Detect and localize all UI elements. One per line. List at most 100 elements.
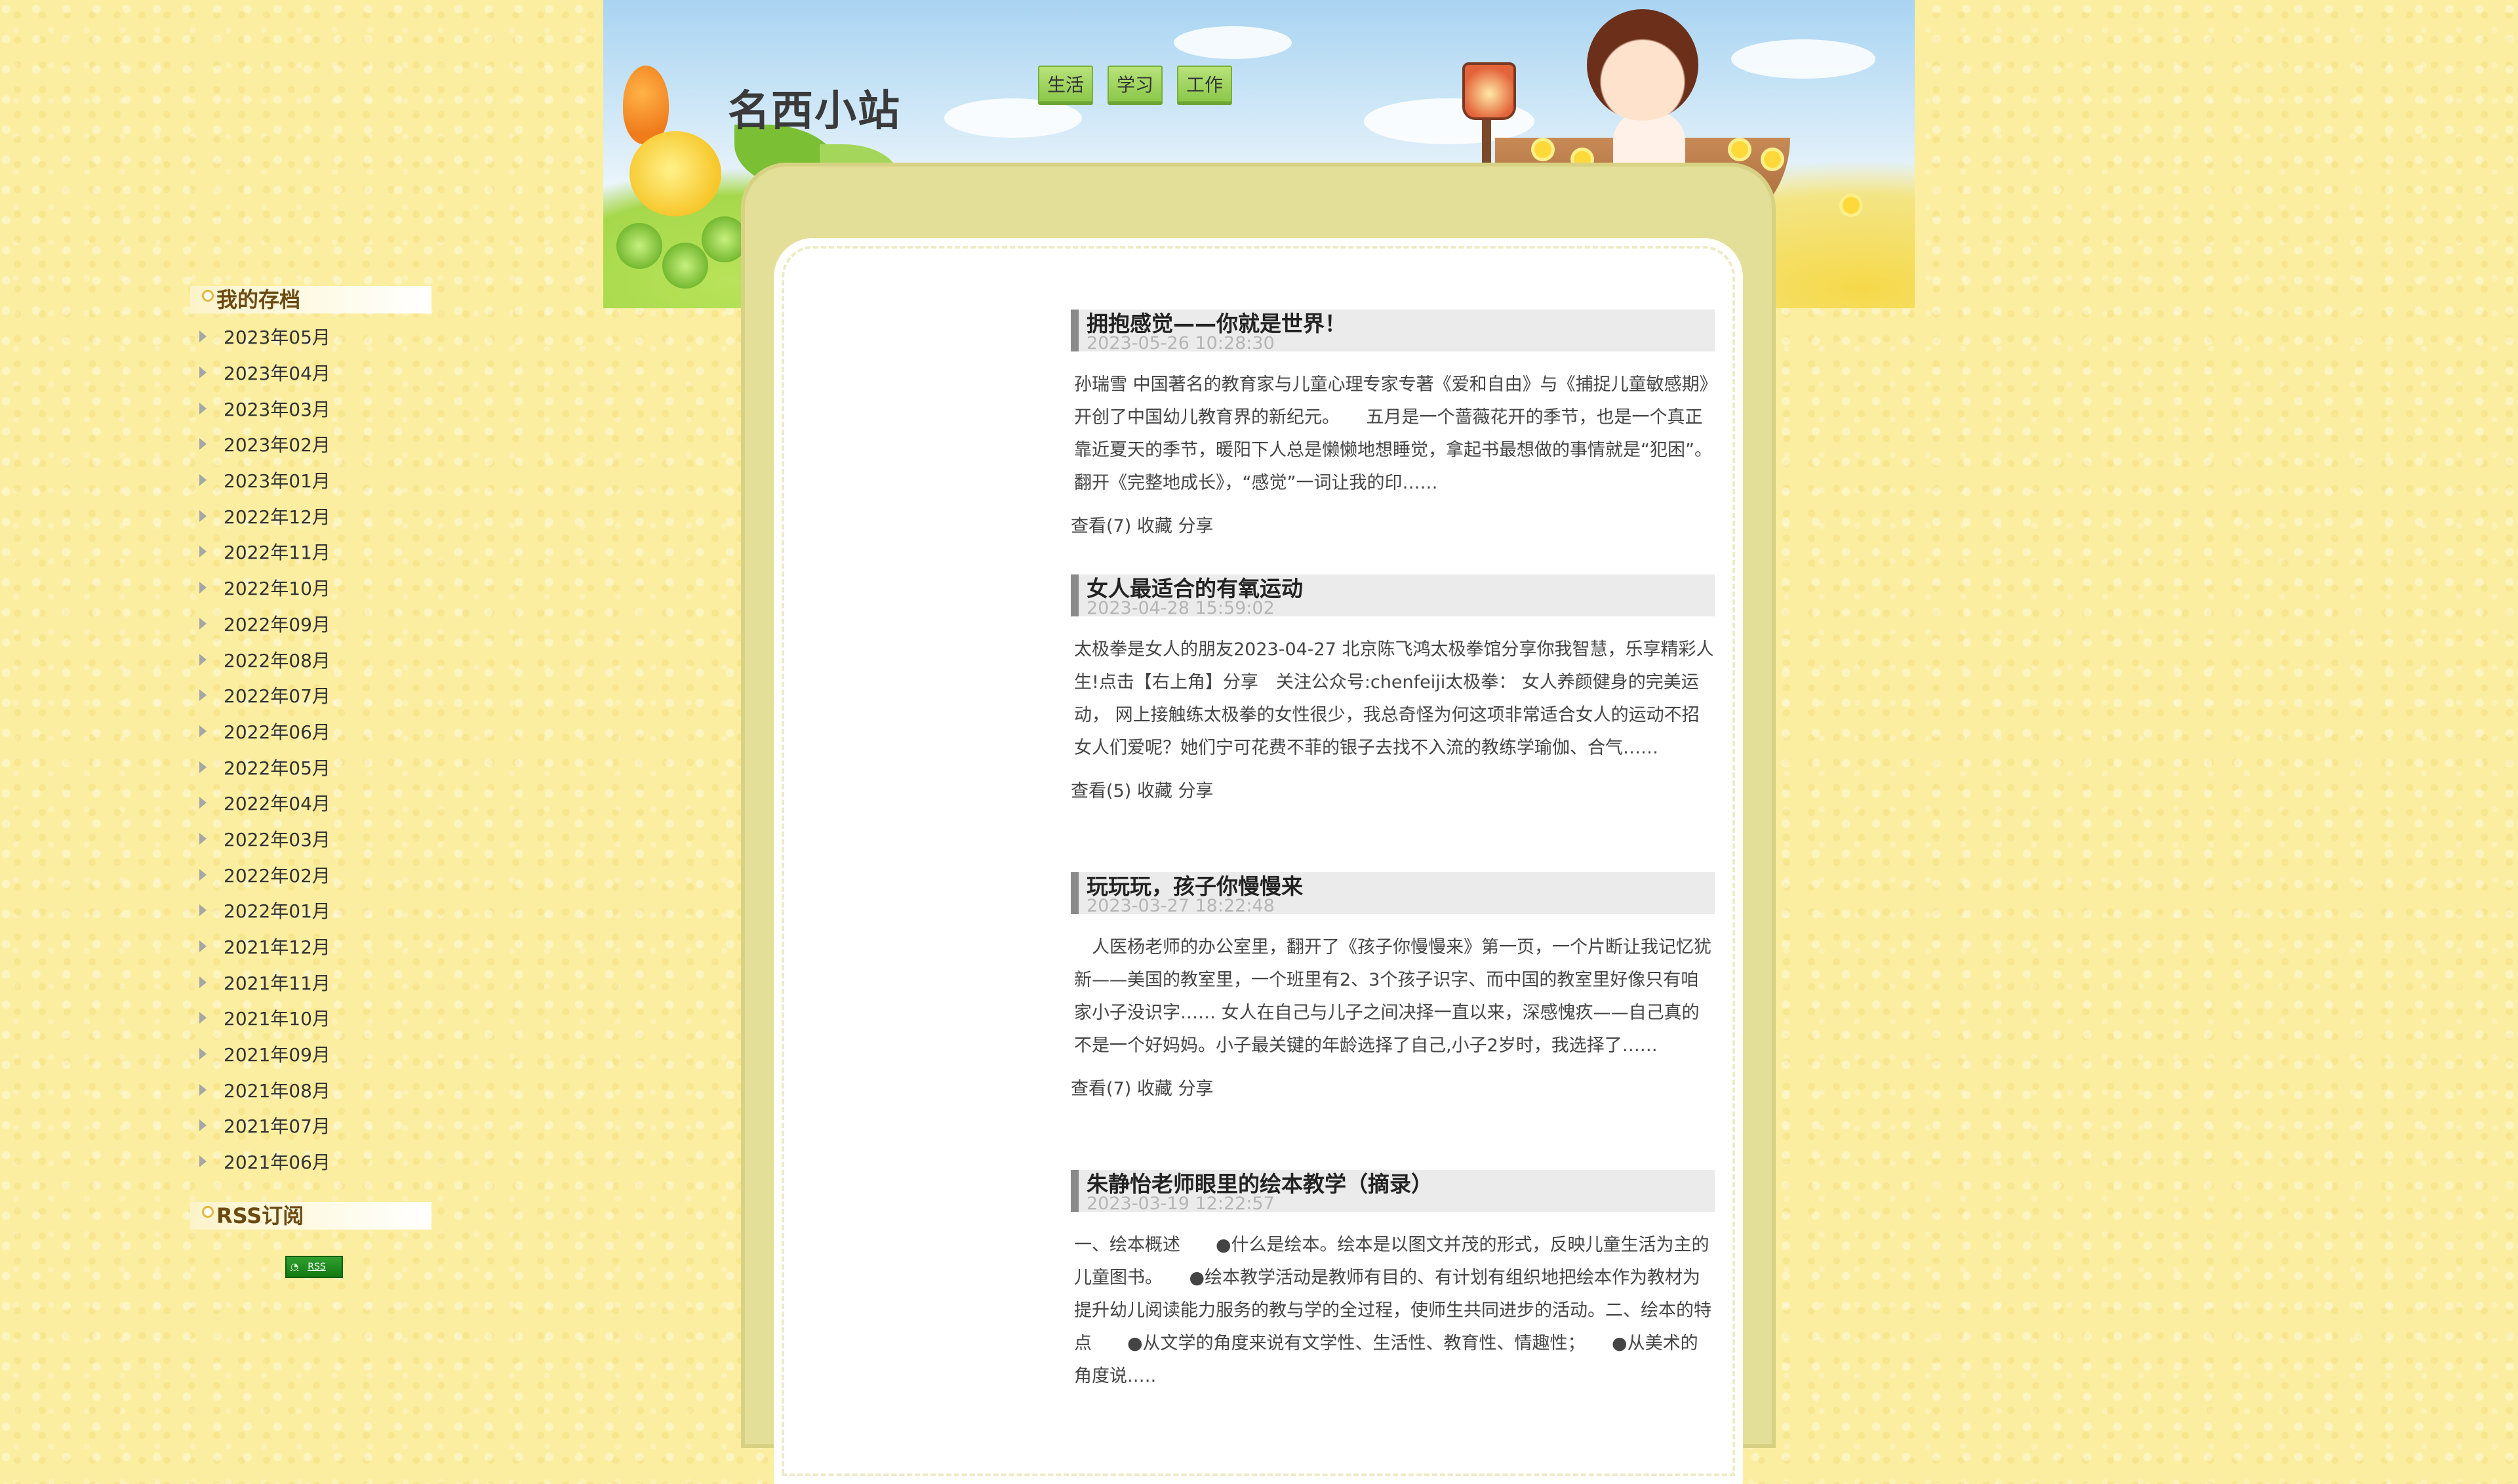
archive-item: 2023年04月 [190,355,431,391]
triangle-bullet-icon [199,976,207,988]
nav-item-life[interactable]: 生活 [1038,66,1094,102]
site-title: 名西小站 [728,87,901,136]
post-title-link[interactable]: 拥抱感觉——你就是世界！ [1087,312,1715,336]
triangle-bullet-icon [199,1155,207,1168]
archive-item: 2021年11月 [190,964,431,1000]
archive-item: 2021年06月 [190,1144,431,1180]
archive-item: 2023年01月 [190,462,431,498]
archive-link[interactable]: 2022年08月 [224,647,330,673]
archive-link[interactable]: 2022年01月 [224,897,330,923]
post-title-link[interactable]: 玩玩玩，孩子你慢慢来 [1087,875,1715,898]
archive-link[interactable]: 2023年03月 [224,395,330,422]
archive-item: 2022年12月 [190,498,431,534]
archive-item: 2021年07月 [190,1108,431,1144]
post-date: 2023-03-19 12:22:57 [1087,1193,1275,1214]
favorite-link[interactable]: 收藏 [1137,1079,1172,1099]
views-link[interactable]: 查看(7) [1071,516,1131,536]
archive-title-text: 我的存档 [216,287,301,312]
archive-item: 2022年01月 [190,892,431,929]
triangle-bullet-icon [199,1083,207,1096]
archive-item: 2022年05月 [190,749,431,785]
triangle-bullet-icon [199,797,207,809]
archive-link[interactable]: 2022年12月 [224,503,330,529]
triangle-bullet-icon [199,868,207,881]
nav-item-study[interactable]: 学习 [1108,66,1163,102]
archive-link[interactable]: 2022年09月 [224,611,330,637]
archive-link[interactable]: 2022年04月 [224,790,330,816]
post-excerpt: 孙瑞雪 中国著名的教育家与儿童心理专家专著《爱和自由》与《捕捉儿童敏感期》开创了… [1074,374,1712,493]
triangle-bullet-icon [199,689,207,702]
archive-link[interactable]: 2022年11月 [224,538,330,565]
archive-item: 2022年03月 [190,821,431,857]
archive-link[interactable]: 2021年10月 [224,1005,330,1031]
archive-link[interactable]: 2022年07月 [224,682,330,708]
pin-icon [202,290,214,302]
rss-feed-icon: ◔ [290,1261,299,1272]
archive-widget: 我的存档 2023年05月 2023年04月 2023年03月 2023年02月… [190,286,431,1180]
cloud-decoration [1174,26,1292,59]
archive-item: 2023年03月 [190,390,431,426]
archive-link[interactable]: 2022年03月 [224,826,330,852]
archive-link[interactable]: 2023年05月 [224,323,330,350]
archive-item: 2021年10月 [190,1000,431,1036]
archive-link[interactable]: 2021年11月 [224,969,330,995]
post-meta: 查看(7) 收藏 分享 [1071,511,1715,537]
favorite-link[interactable]: 收藏 [1137,781,1172,801]
girl-illustration-body [1613,111,1685,170]
post-header: 玩玩玩，孩子你慢慢来 2023-03-27 18:22:48 [1071,872,1715,915]
post: 拥抱感觉——你就是世界！ 2023-05-26 10:28:30 孙瑞雪 中国著… [1071,310,1715,537]
flower-decoration [1731,141,1748,158]
favorite-link[interactable]: 收藏 [1137,516,1172,536]
triangle-bullet-icon [199,832,207,845]
rss-widget: RSS订阅 ◔ RSS [190,1201,431,1278]
archive-item: 2022年11月 [190,534,431,570]
sidebar: 我的存档 2023年05月 2023年04月 2023年03月 2023年02月… [190,286,431,1278]
triangle-bullet-icon [199,510,207,522]
post-header: 朱静怡老师眼里的绘本教学（摘录） 2023-03-19 12:22:57 [1071,1170,1715,1214]
flower-decoration [1843,197,1860,214]
archive-link[interactable]: 2022年10月 [224,574,330,601]
share-link[interactable]: 分享 [1178,1079,1213,1099]
archive-item: 2022年09月 [190,606,431,642]
share-link[interactable]: 分享 [1178,781,1213,801]
clover-decoration [662,243,708,289]
triangle-bullet-icon [199,761,207,773]
rss-subscribe-button[interactable]: ◔ RSS [285,1255,343,1278]
post-meta: 查看(7) 收藏 分享 [1071,1074,1715,1100]
views-link[interactable]: 查看(7) [1071,1079,1131,1099]
nav-item-work[interactable]: 工作 [1177,66,1233,102]
archive-link[interactable]: 2022年05月 [224,754,330,780]
post-date: 2023-05-26 10:28:30 [1087,333,1275,353]
archive-link[interactable]: 2023年04月 [224,359,330,386]
archive-widget-title: 我的存档 [190,286,431,313]
share-link[interactable]: 分享 [1178,516,1213,536]
archive-link[interactable]: 2022年06月 [224,718,330,744]
archive-link[interactable]: 2021年09月 [224,1041,330,1067]
rss-widget-title: RSS订阅 [190,1201,431,1230]
post-excerpt: 一、绘本概述 ●什么是绘本。绘本是以图文并茂的形式，反映儿童生活为主的儿童图书。… [1074,1235,1711,1386]
post-title-link[interactable]: 女人最适合的有氧运动 [1087,577,1715,601]
archive-link[interactable]: 2021年07月 [224,1112,330,1138]
archive-link[interactable]: 2022年02月 [224,862,330,888]
post-date: 2023-04-28 15:59:02 [1087,598,1275,618]
rss-title-text: RSS订阅 [216,1203,304,1228]
views-link[interactable]: 查看(5) [1071,781,1131,801]
archive-link[interactable]: 2023年02月 [224,431,330,457]
triangle-bullet-icon [199,582,207,594]
post-header: 拥抱感觉——你就是世界！ 2023-05-26 10:28:30 [1071,310,1715,353]
archive-link[interactable]: 2021年06月 [224,1148,330,1174]
archive-item: 2022年07月 [190,677,431,713]
archive-link[interactable]: 2023年01月 [224,467,330,493]
archive-item: 2021年12月 [190,929,431,965]
triangle-bullet-icon [199,940,207,953]
post-title-link[interactable]: 朱静怡老师眼里的绘本教学（摘录） [1087,1173,1715,1196]
clover-decoration [616,223,662,269]
archive-item: 2022年10月 [190,570,431,606]
archive-link[interactable]: 2021年12月 [224,933,330,959]
triangle-bullet-icon [199,438,207,451]
post: 朱静怡老师眼里的绘本教学（摘录） 2023-03-19 12:22:57 一、绘… [1071,1170,1715,1393]
main-nav: 生活 学习 工作 [1038,66,1233,102]
post: 女人最适合的有氧运动 2023-04-28 15:59:02 太极拳是女人的朋友… [1071,574,1715,802]
archive-list: 2023年05月 2023年04月 2023年03月 2023年02月 2023… [190,319,431,1180]
archive-link[interactable]: 2021年08月 [224,1077,330,1103]
